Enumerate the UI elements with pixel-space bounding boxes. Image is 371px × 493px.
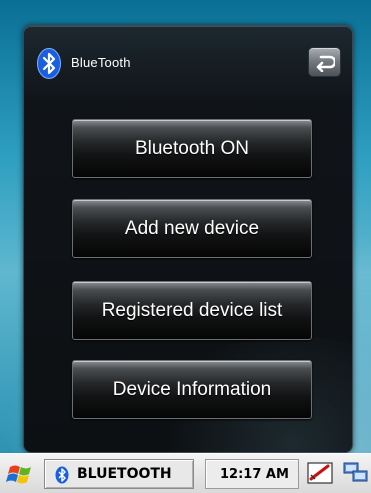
clock[interactable]: 12:17 AM	[205, 459, 299, 489]
input-panel-icon[interactable]	[307, 460, 333, 486]
task-button-bluetooth[interactable]: BLUETOOTH	[44, 459, 194, 489]
add-new-device-button[interactable]: Add new device	[72, 199, 312, 258]
bluetooth-icon	[55, 466, 69, 484]
task-button-label: BLUETOOTH	[77, 466, 172, 482]
windows-flag-icon[interactable]	[6, 460, 36, 488]
bluetooth-panel: BlueTooth Bluetooth ON Add new device Re…	[23, 25, 353, 453]
taskbar: BLUETOOTH 12:17 AM	[0, 453, 371, 493]
bluetooth-icon	[37, 48, 61, 79]
registered-device-list-button[interactable]: Registered device list	[72, 281, 312, 340]
back-button[interactable]	[308, 47, 341, 77]
device-information-button[interactable]: Device Information	[72, 360, 312, 419]
bluetooth-on-button[interactable]: Bluetooth ON	[72, 119, 312, 178]
app-title: BlueTooth	[71, 55, 131, 70]
back-arrow-icon	[316, 55, 335, 72]
network-icon[interactable]	[343, 460, 369, 486]
